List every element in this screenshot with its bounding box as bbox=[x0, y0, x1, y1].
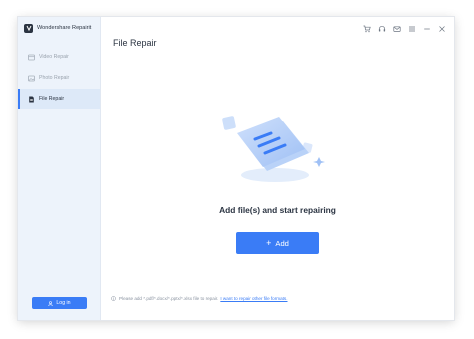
sidebar-item-label: File Repair bbox=[39, 96, 65, 102]
file-icon bbox=[28, 96, 35, 103]
sidebar-item-file-repair[interactable]: File Repair bbox=[18, 89, 100, 109]
brand: Wondershare Repairit bbox=[24, 23, 91, 33]
footer-text: Please add *.pdf/*.docx/*.pptx/*.xlsx fi… bbox=[119, 296, 219, 301]
app-logo-icon bbox=[24, 23, 33, 33]
page-title: File Repair bbox=[113, 38, 157, 48]
menu-icon[interactable] bbox=[406, 23, 418, 35]
image-icon bbox=[28, 75, 35, 82]
sidebar: Wondershare Repairit Video Repair Photo … bbox=[18, 17, 101, 320]
minimize-icon[interactable] bbox=[421, 23, 433, 35]
headline: Add file(s) and start repairing bbox=[219, 205, 336, 215]
sidebar-item-label: Video Repair bbox=[39, 54, 69, 60]
sidebar-item-label: Photo Repair bbox=[39, 75, 70, 81]
login-button[interactable]: Log in bbox=[32, 297, 87, 309]
main-panel: File Repair Add file(s) and start repair… bbox=[101, 17, 454, 320]
cart-icon[interactable] bbox=[361, 23, 373, 35]
title-bar-controls bbox=[358, 23, 448, 35]
supported-formats-note: Please add *.pdf/*.docx/*.pptx/*.xlsx fi… bbox=[111, 296, 288, 301]
video-icon bbox=[28, 54, 35, 61]
add-button-label: Add bbox=[275, 238, 289, 248]
file-illustration bbox=[219, 109, 341, 194]
info-icon bbox=[111, 296, 116, 301]
close-icon[interactable] bbox=[436, 23, 448, 35]
login-label: Log in bbox=[56, 300, 71, 306]
add-file-button[interactable]: + Add bbox=[236, 232, 319, 254]
app-window: Wondershare Repairit Video Repair Photo … bbox=[18, 17, 454, 320]
mail-icon[interactable] bbox=[391, 23, 403, 35]
sidebar-item-photo-repair[interactable]: Photo Repair bbox=[18, 68, 100, 88]
app-name: Wondershare Repairit bbox=[37, 25, 92, 31]
plus-icon: + bbox=[266, 237, 272, 248]
headset-icon[interactable] bbox=[376, 23, 388, 35]
sidebar-item-video-repair[interactable]: Video Repair bbox=[18, 47, 100, 67]
user-icon bbox=[48, 300, 54, 306]
other-formats-link[interactable]: I want to repair other file formats. bbox=[220, 296, 287, 301]
